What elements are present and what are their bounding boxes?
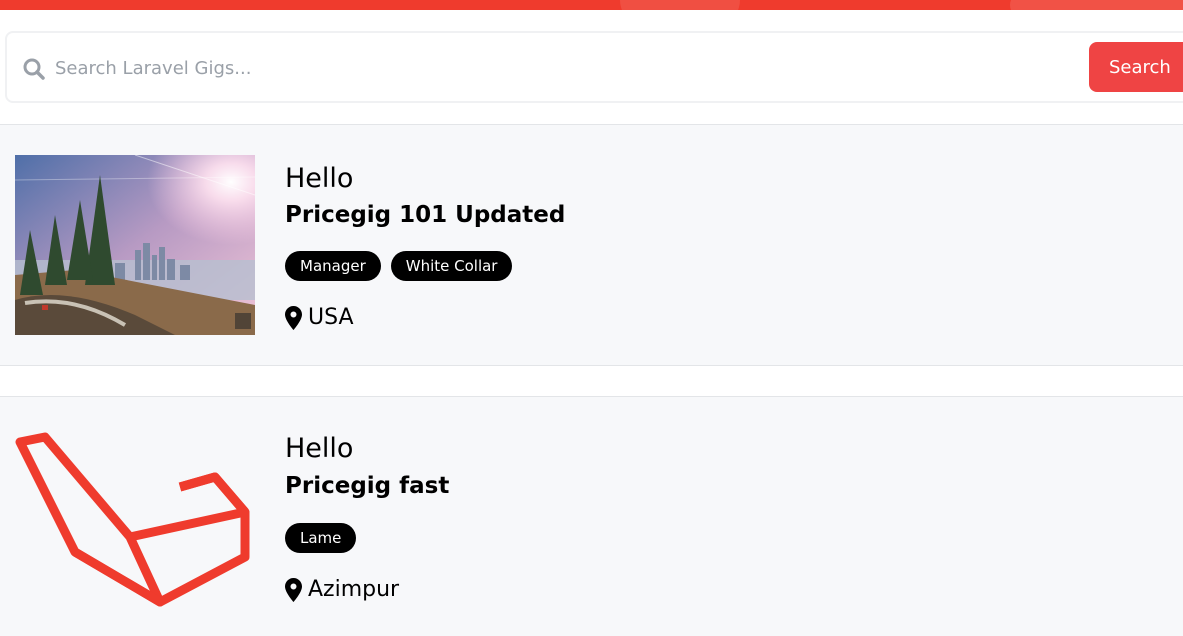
tag[interactable]: Manager: [285, 251, 381, 281]
laravel-logo-icon: [15, 432, 250, 607]
search-bar: Search: [5, 31, 1183, 103]
location-pin-icon: [285, 305, 302, 330]
search-button[interactable]: Search: [1089, 42, 1183, 92]
tag[interactable]: White Collar: [390, 251, 513, 281]
tag[interactable]: Lame: [285, 523, 357, 553]
decorative-shape: [620, 0, 740, 10]
gig-listing-card[interactable]: Hello Pricegig fast Lame Azimpur: [0, 396, 1183, 636]
city-landscape-image: [15, 155, 255, 335]
top-accent-bar: [0, 0, 1183, 10]
location: Azimpur: [285, 577, 399, 602]
decorative-shape: [1010, 0, 1183, 10]
gig-thumbnail[interactable]: [15, 427, 255, 607]
search-input[interactable]: [55, 47, 1075, 89]
company-name: Hello: [285, 433, 354, 464]
gig-title[interactable]: Pricegig fast: [285, 475, 449, 498]
search-icon: [23, 58, 45, 80]
location: USA: [285, 305, 354, 330]
location-pin-icon: [285, 577, 302, 602]
tag-list: Lame: [285, 523, 357, 553]
company-name: Hello: [285, 163, 354, 194]
gig-listing-card[interactable]: Hello Pricegig 101 Updated Manager White…: [0, 124, 1183, 366]
tag-list: Manager White Collar: [285, 251, 513, 281]
gig-thumbnail[interactable]: [15, 155, 255, 335]
location-label: USA: [308, 305, 354, 330]
gig-title[interactable]: Pricegig 101 Updated: [285, 204, 565, 227]
location-label: Azimpur: [308, 577, 400, 602]
